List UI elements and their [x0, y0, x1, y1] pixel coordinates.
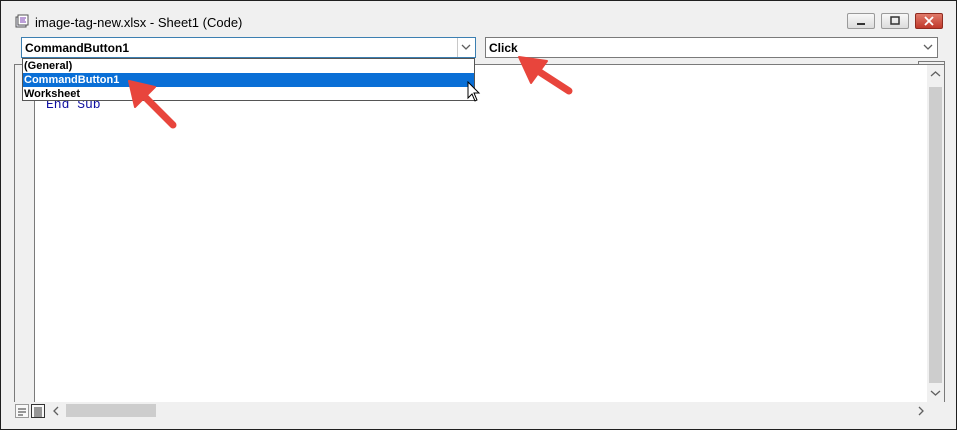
vba-module-icon [15, 14, 29, 28]
minimize-icon [857, 23, 865, 25]
list-item-worksheet[interactable]: Worksheet [23, 87, 474, 101]
chevron-right-icon[interactable] [917, 406, 925, 416]
procedure-dropdown-value: Click [489, 41, 518, 55]
horizontal-scroll-thumb[interactable] [66, 404, 156, 417]
vertical-scrollbar[interactable] [927, 65, 944, 402]
list-item-general[interactable]: (General) [23, 59, 474, 73]
minimize-button[interactable] [847, 13, 875, 29]
code-editor[interactable]: End Sub [14, 64, 945, 403]
indicator-margin [15, 65, 35, 402]
object-dropdown[interactable]: CommandButton1 [21, 37, 476, 58]
chevron-down-icon [923, 44, 933, 50]
chevron-up-icon[interactable] [930, 70, 941, 78]
procedure-dropdown-button[interactable] [920, 38, 937, 57]
window-title: image-tag-new.xlsx - Sheet1 (Code) [35, 15, 243, 30]
chevron-down-icon[interactable] [930, 389, 941, 397]
object-dropdown-button[interactable] [457, 38, 475, 57]
object-dropdown-value: CommandButton1 [25, 41, 129, 55]
object-dropdown-list[interactable]: (General) CommandButton1 Worksheet [22, 58, 475, 101]
chevron-down-icon [461, 44, 471, 50]
procedure-view-icon [18, 408, 26, 416]
title-bar[interactable]: image-tag-new.xlsx - Sheet1 (Code) [1, 1, 956, 35]
vertical-scroll-thumb[interactable] [929, 87, 942, 383]
full-module-view-button[interactable] [31, 404, 45, 418]
list-item-commandbutton1[interactable]: CommandButton1 [23, 73, 474, 87]
chevron-left-icon[interactable] [52, 406, 60, 416]
horizontal-scrollbar[interactable] [14, 402, 945, 420]
vba-code-window: image-tag-new.xlsx - Sheet1 (Code) Comma… [0, 0, 957, 430]
maximize-button[interactable] [881, 13, 909, 29]
maximize-icon [890, 16, 900, 25]
close-icon [924, 16, 934, 26]
close-button[interactable] [915, 13, 943, 29]
procedure-view-button[interactable] [15, 404, 29, 418]
procedure-dropdown[interactable]: Click [485, 37, 938, 58]
full-module-view-icon [34, 407, 42, 417]
